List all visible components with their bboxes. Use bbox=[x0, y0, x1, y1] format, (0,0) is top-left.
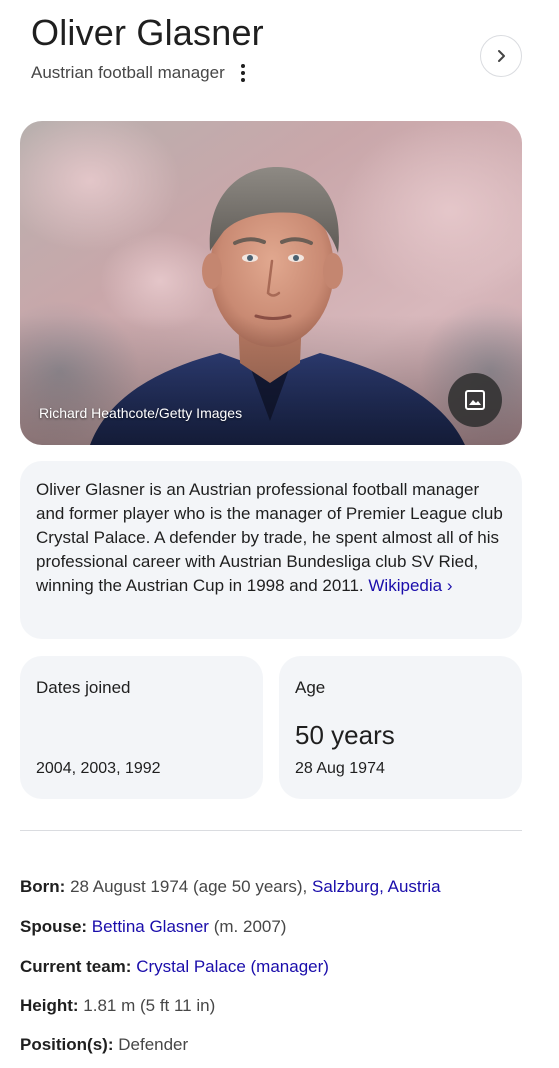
subtitle-row: Austrian football manager bbox=[31, 61, 251, 85]
age-card[interactable]: Age 50 years 28 Aug 1974 bbox=[279, 656, 522, 799]
fact-born: Born: 28 August 1974 (age 50 years), Sal… bbox=[20, 877, 441, 897]
more-vert-icon[interactable] bbox=[235, 62, 251, 84]
chevron-right-icon: › bbox=[446, 576, 453, 595]
age-detail: 28 Aug 1974 bbox=[295, 760, 385, 777]
fact-born-text: 28 August 1974 (age 50 years), bbox=[70, 877, 308, 896]
dates-joined-card[interactable]: Dates joined 2004, 2003, 1992 bbox=[20, 656, 263, 799]
description-card: Oliver Glasner is an Austrian profession… bbox=[20, 461, 522, 639]
fact-spouse-label: Spouse: bbox=[20, 917, 88, 936]
image-icon bbox=[465, 390, 485, 410]
chevron-right-icon bbox=[498, 50, 505, 62]
age-value: 50 years bbox=[295, 720, 395, 750]
fact-position-label: Position(s): bbox=[20, 1035, 114, 1054]
age-label: Age bbox=[295, 678, 326, 697]
wikipedia-link[interactable]: Wikipedia › bbox=[368, 576, 452, 595]
dates-joined-value: 2004, 2003, 1992 bbox=[36, 760, 161, 777]
fact-height-text: 1.81 m (5 ft 11 in) bbox=[83, 996, 216, 1015]
fact-position-text: Defender bbox=[118, 1035, 189, 1054]
more-images-button[interactable] bbox=[448, 373, 502, 427]
spouse-link[interactable]: Bettina Glasner bbox=[92, 917, 209, 936]
next-button[interactable] bbox=[480, 35, 522, 77]
entity-subtitle: Austrian football manager bbox=[31, 63, 225, 82]
dates-joined-label: Dates joined bbox=[36, 678, 131, 697]
fact-spouse-text: (m. 2007) bbox=[213, 917, 287, 936]
section-divider bbox=[20, 830, 522, 831]
page-title: Oliver Glasner bbox=[31, 12, 264, 53]
fact-height-label: Height: bbox=[20, 996, 79, 1015]
fact-spouse: Spouse: Bettina Glasner (m. 2007) bbox=[20, 917, 286, 937]
portrait-image bbox=[20, 121, 522, 445]
fact-position: Position(s): Defender bbox=[20, 1035, 188, 1055]
fact-height: Height: 1.81 m (5 ft 11 in) bbox=[20, 996, 215, 1016]
fact-current-team-label: Current team: bbox=[20, 957, 132, 976]
fact-born-label: Born: bbox=[20, 877, 66, 896]
birthplace-link[interactable]: Salzburg, Austria bbox=[312, 877, 441, 896]
wikipedia-link-label: Wikipedia bbox=[368, 576, 443, 595]
photo-credit: Richard Heathcote/Getty Images bbox=[39, 405, 243, 421]
fact-current-team: Current team: Crystal Palace (manager) bbox=[20, 957, 329, 977]
profile-photo[interactable]: Richard Heathcote/Getty Images bbox=[20, 121, 522, 445]
current-team-link[interactable]: Crystal Palace (manager) bbox=[136, 957, 329, 976]
